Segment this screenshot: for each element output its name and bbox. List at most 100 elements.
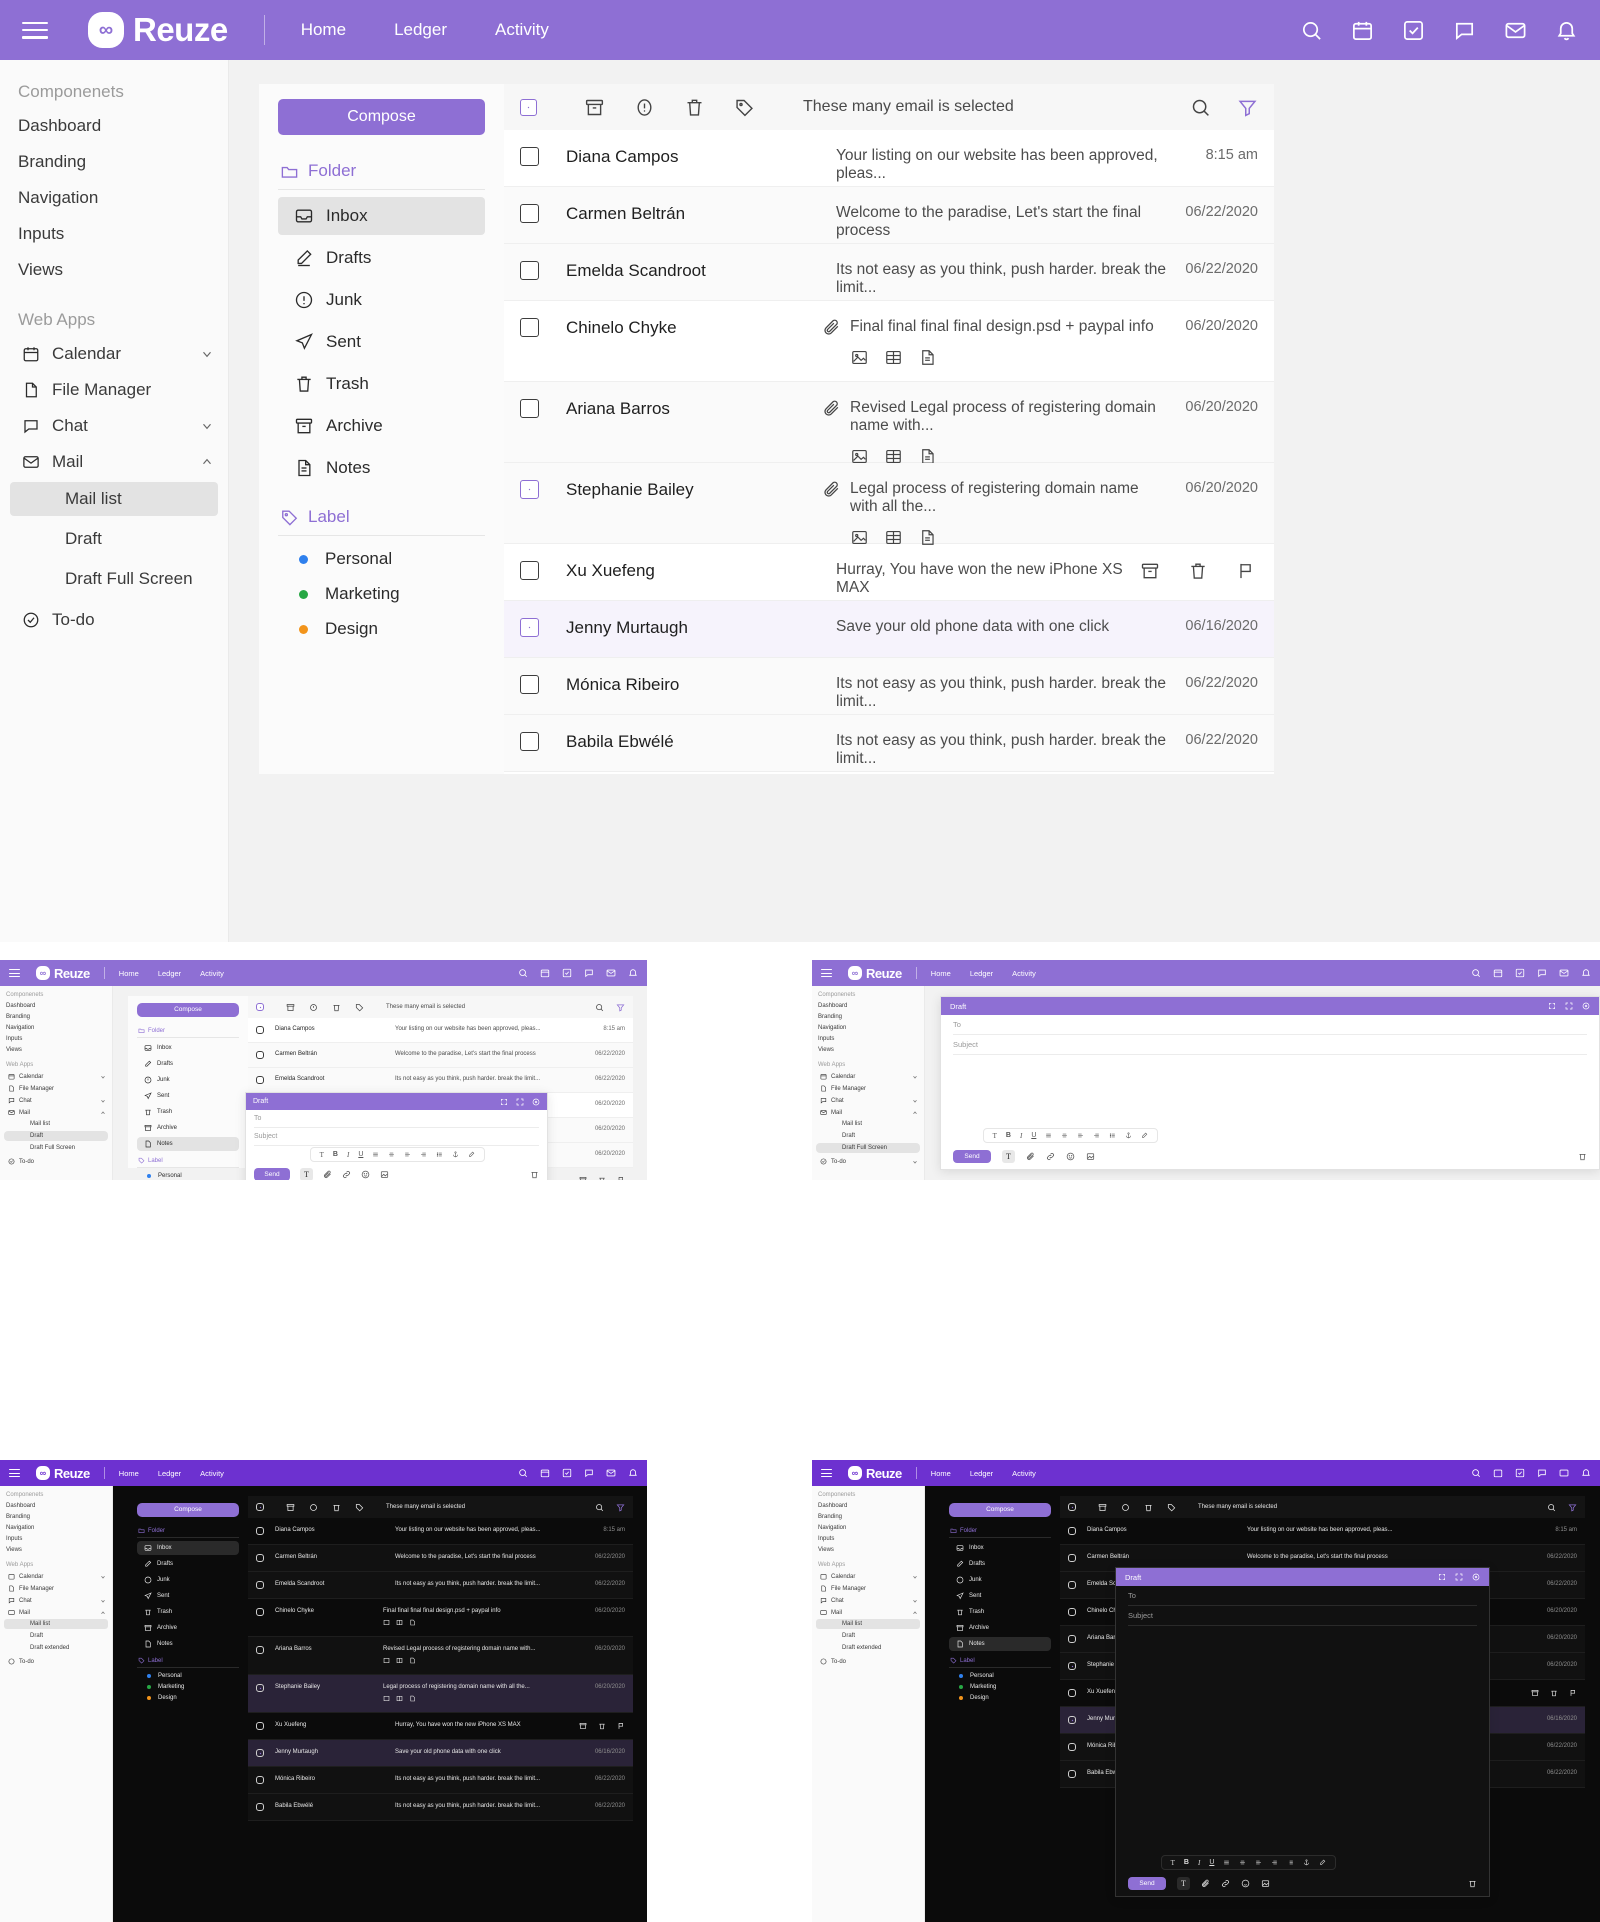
draft-subject-field[interactable]: Subject bbox=[1128, 1606, 1477, 1626]
search-icon[interactable] bbox=[1190, 97, 1211, 118]
bold-icon[interactable]: B bbox=[1006, 1132, 1011, 1139]
label-item-personal[interactable]: Personal bbox=[147, 1673, 248, 1679]
draft-subject-field[interactable]: Subject bbox=[953, 1035, 1587, 1055]
minimize-icon[interactable] bbox=[1548, 1002, 1556, 1010]
calendar-icon[interactable] bbox=[540, 968, 550, 978]
archive-icon[interactable] bbox=[584, 97, 605, 118]
chevron-down-icon[interactable] bbox=[912, 1159, 918, 1165]
emoji-icon[interactable] bbox=[1066, 1152, 1075, 1161]
sidebar-item-file-manager[interactable]: File Manager bbox=[18, 380, 214, 400]
mail-icon[interactable] bbox=[1559, 1468, 1569, 1478]
text-icon[interactable]: T bbox=[320, 1151, 324, 1159]
row-checkbox[interactable] bbox=[256, 1608, 264, 1616]
sidebar-item-mail[interactable]: Mail bbox=[18, 452, 214, 472]
mail-icon[interactable] bbox=[1559, 968, 1569, 978]
table-row[interactable]: Chinelo Chyke Final final final final des… bbox=[248, 1599, 633, 1637]
calendar-icon[interactable] bbox=[1493, 968, 1503, 978]
bell-icon[interactable] bbox=[1555, 19, 1578, 42]
row-checkbox[interactable] bbox=[256, 1722, 264, 1730]
chevron-down-icon[interactable] bbox=[100, 1098, 106, 1104]
table-row[interactable]: Carmen Beltrán Welcome to the paradise, L… bbox=[248, 1043, 633, 1068]
sidebar-item-calendar[interactable]: Calendar bbox=[818, 1573, 918, 1580]
folder-item-notes[interactable]: Notes bbox=[137, 1137, 239, 1151]
sidebar-item-chat[interactable]: Chat bbox=[818, 1597, 918, 1604]
sidebar-item-draft-full-screen[interactable]: Draft Full Screen bbox=[4, 1143, 108, 1153]
menu-toggle-button[interactable] bbox=[821, 969, 832, 977]
sidebar-item-navigation[interactable]: Navigation bbox=[818, 1025, 924, 1031]
bell-icon[interactable] bbox=[1581, 968, 1591, 978]
sidebar-item-inputs[interactable]: Inputs bbox=[6, 1036, 112, 1042]
folder-item-trash[interactable]: Trash bbox=[137, 1105, 239, 1119]
row-checkbox[interactable] bbox=[520, 147, 539, 166]
chevron-down-icon[interactable] bbox=[100, 1598, 106, 1604]
row-checkbox[interactable] bbox=[520, 675, 539, 694]
label-item-personal[interactable]: Personal bbox=[147, 1173, 248, 1179]
search-icon[interactable] bbox=[518, 1468, 528, 1478]
draft-body[interactable] bbox=[941, 1055, 1599, 1125]
image-icon[interactable] bbox=[1086, 1152, 1095, 1161]
table-row[interactable]: Xu Xuefeng Hurray, You have won the new i… bbox=[248, 1713, 633, 1740]
sidebar-item-mail-list[interactable]: Mail list bbox=[816, 1119, 920, 1129]
align-center-icon[interactable] bbox=[1061, 1132, 1068, 1139]
sidebar-item-calendar[interactable]: Calendar bbox=[18, 344, 214, 364]
sidebar-item-branding[interactable]: Branding bbox=[818, 1014, 924, 1020]
sidebar-item-mail-list[interactable]: Mail list bbox=[4, 1619, 108, 1629]
list-icon[interactable] bbox=[1109, 1132, 1116, 1139]
sidebar-item-calendar[interactable]: Calendar bbox=[6, 1573, 106, 1580]
chevron-down-icon[interactable] bbox=[200, 347, 214, 361]
delete-icon[interactable] bbox=[332, 1503, 341, 1512]
chevron-down-icon[interactable] bbox=[912, 1074, 918, 1080]
bold-icon[interactable]: B bbox=[1184, 1859, 1189, 1866]
chevron-up-icon[interactable] bbox=[912, 1610, 918, 1616]
chevron-down-icon[interactable] bbox=[200, 419, 214, 433]
calendar-icon[interactable] bbox=[540, 1468, 550, 1478]
table-row[interactable]: Babila Ebwélé Its not easy as you think,… bbox=[504, 715, 1274, 772]
link-icon[interactable] bbox=[342, 1170, 351, 1179]
sidebar-item-mail-list[interactable]: Mail list bbox=[10, 482, 218, 516]
sidebar-item-todo[interactable]: To-do bbox=[818, 1158, 918, 1165]
table-row[interactable]: Mónica Ribeiro Its not easy as you think… bbox=[504, 658, 1274, 715]
folder-item-junk[interactable]: Junk bbox=[949, 1573, 1051, 1587]
delete-icon[interactable] bbox=[332, 1003, 341, 1012]
bold-icon[interactable]: B bbox=[333, 1151, 338, 1158]
text-icon[interactable]: T bbox=[993, 1132, 997, 1140]
attachment-icon[interactable] bbox=[1201, 1879, 1210, 1888]
sidebar-item-branding[interactable]: Branding bbox=[18, 152, 228, 172]
sidebar-item-views[interactable]: Views bbox=[818, 1047, 924, 1053]
folder-item-notes[interactable]: Notes bbox=[278, 449, 485, 487]
tasks-icon[interactable] bbox=[1515, 968, 1525, 978]
bell-icon[interactable] bbox=[628, 968, 638, 978]
chevron-down-icon[interactable] bbox=[912, 1598, 918, 1604]
chat-icon[interactable] bbox=[1537, 968, 1547, 978]
highlight-icon[interactable] bbox=[1141, 1132, 1148, 1139]
chat-icon[interactable] bbox=[584, 1468, 594, 1478]
attachment-icon[interactable] bbox=[1026, 1152, 1035, 1161]
align-justify-icon[interactable] bbox=[1223, 1859, 1230, 1866]
sidebar-item-file-manager[interactable]: File Manager bbox=[818, 1085, 918, 1092]
table-row[interactable]: Carmen Beltrán Welcome to the paradise, L… bbox=[248, 1545, 633, 1572]
sidebar-item-draft-full-screen[interactable]: Draft Full Screen bbox=[816, 1143, 920, 1153]
sidebar-item-inputs[interactable]: Inputs bbox=[818, 1536, 924, 1542]
sidebar-item-views[interactable]: Views bbox=[818, 1547, 924, 1553]
select-all-checkbox[interactable] bbox=[256, 1003, 264, 1011]
maximize-icon[interactable] bbox=[1455, 1573, 1463, 1581]
label-item-design[interactable]: Design bbox=[147, 1695, 248, 1701]
attachment-icon[interactable] bbox=[323, 1170, 332, 1179]
anchor-icon[interactable] bbox=[452, 1151, 459, 1158]
filter-icon[interactable] bbox=[616, 1003, 625, 1012]
align-right-icon[interactable] bbox=[1271, 1859, 1278, 1866]
sidebar-item-mail[interactable]: Mail bbox=[6, 1609, 106, 1616]
text-icon[interactable]: T bbox=[1171, 1859, 1175, 1867]
tasks-icon[interactable] bbox=[562, 968, 572, 978]
sidebar-item-navigation[interactable]: Navigation bbox=[6, 1525, 112, 1531]
sidebar-item-views[interactable]: Views bbox=[6, 1547, 112, 1553]
close-icon[interactable] bbox=[532, 1098, 540, 1106]
folder-item-drafts[interactable]: Drafts bbox=[137, 1057, 239, 1071]
row-checkbox[interactable] bbox=[256, 1803, 264, 1811]
table-row[interactable]: Chinelo Chyke Final final final final de… bbox=[504, 301, 1274, 382]
document-icon[interactable] bbox=[409, 1657, 416, 1664]
sidebar-item-file-manager[interactable]: File Manager bbox=[6, 1585, 106, 1592]
sidebar-item-mail[interactable]: Mail bbox=[818, 1609, 918, 1616]
flag-icon[interactable] bbox=[617, 1722, 625, 1730]
row-checkbox[interactable] bbox=[520, 732, 539, 751]
